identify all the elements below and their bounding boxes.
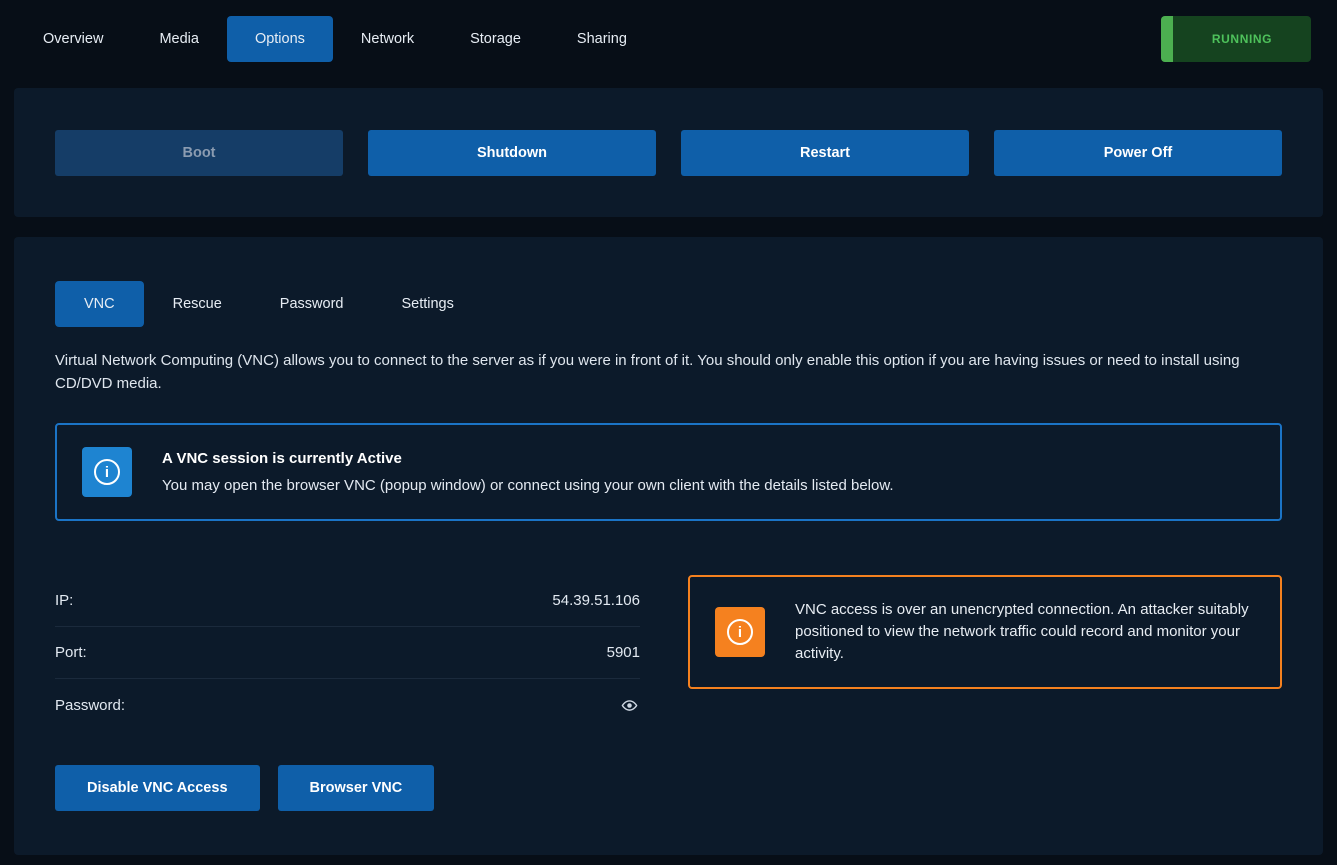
info-alert-text: A VNC session is currently Active You ma… xyxy=(162,450,894,494)
status-badge: RUNNING xyxy=(1161,16,1311,62)
nav-item-options[interactable]: Options xyxy=(227,16,333,62)
power-off-button[interactable]: Power Off xyxy=(994,130,1282,176)
password-label: Password: xyxy=(55,697,125,714)
port-value: 5901 xyxy=(607,644,640,661)
status-badge-strip xyxy=(1161,16,1173,62)
boot-button[interactable]: Boot xyxy=(55,130,343,176)
options-tabs: VNC Rescue Password Settings xyxy=(55,281,1282,327)
nav-item-sharing[interactable]: Sharing xyxy=(549,16,655,62)
vnc-action-buttons: Disable VNC Access Browser VNC xyxy=(55,765,1282,811)
status-badge-label: RUNNING xyxy=(1173,16,1311,62)
info-icon-glyph: i xyxy=(94,459,120,485)
nav-item-media[interactable]: Media xyxy=(131,16,227,62)
ip-label: IP: xyxy=(55,592,73,609)
table-row-ip: IP: 54.39.51.106 xyxy=(55,575,640,627)
nav-item-network[interactable]: Network xyxy=(333,16,442,62)
tab-password[interactable]: Password xyxy=(251,281,373,327)
table-row-port: Port: 5901 xyxy=(55,627,640,679)
warning-icon: i xyxy=(715,607,765,657)
restart-button[interactable]: Restart xyxy=(681,130,969,176)
table-row-password: Password: xyxy=(55,679,640,731)
vnc-unencrypted-warning: i VNC access is over an unencrypted conn… xyxy=(688,575,1282,689)
vnc-details-table: IP: 54.39.51.106 Port: 5901 Password: xyxy=(55,575,640,731)
eye-icon xyxy=(621,697,638,714)
top-navigation: Overview Media Options Network Storage S… xyxy=(0,0,1337,78)
power-controls-panel: Boot Shutdown Restart Power Off xyxy=(14,88,1323,217)
nav-item-storage[interactable]: Storage xyxy=(442,16,549,62)
ip-value: 54.39.51.106 xyxy=(552,592,640,609)
disable-vnc-access-button[interactable]: Disable VNC Access xyxy=(55,765,260,811)
tab-vnc[interactable]: VNC xyxy=(55,281,144,327)
reveal-password-button[interactable] xyxy=(619,695,640,716)
options-panel: VNC Rescue Password Settings Virtual Net… xyxy=(14,237,1323,855)
browser-vnc-button[interactable]: Browser VNC xyxy=(278,765,435,811)
info-alert-title: A VNC session is currently Active xyxy=(162,450,894,467)
port-label: Port: xyxy=(55,644,87,661)
vnc-description: Virtual Network Computing (VNC) allows y… xyxy=(55,349,1282,395)
info-alert-body: You may open the browser VNC (popup wind… xyxy=(162,477,894,494)
info-icon: i xyxy=(82,447,132,497)
tab-settings[interactable]: Settings xyxy=(372,281,482,327)
warning-icon-glyph: i xyxy=(727,619,753,645)
nav-item-overview[interactable]: Overview xyxy=(15,16,131,62)
warning-alert-body: VNC access is over an unencrypted connec… xyxy=(795,599,1255,665)
vnc-session-active-alert: i A VNC session is currently Active You … xyxy=(55,423,1282,521)
vnc-details-section: IP: 54.39.51.106 Port: 5901 Password: i xyxy=(55,575,1282,731)
tab-rescue[interactable]: Rescue xyxy=(144,281,251,327)
shutdown-button[interactable]: Shutdown xyxy=(368,130,656,176)
